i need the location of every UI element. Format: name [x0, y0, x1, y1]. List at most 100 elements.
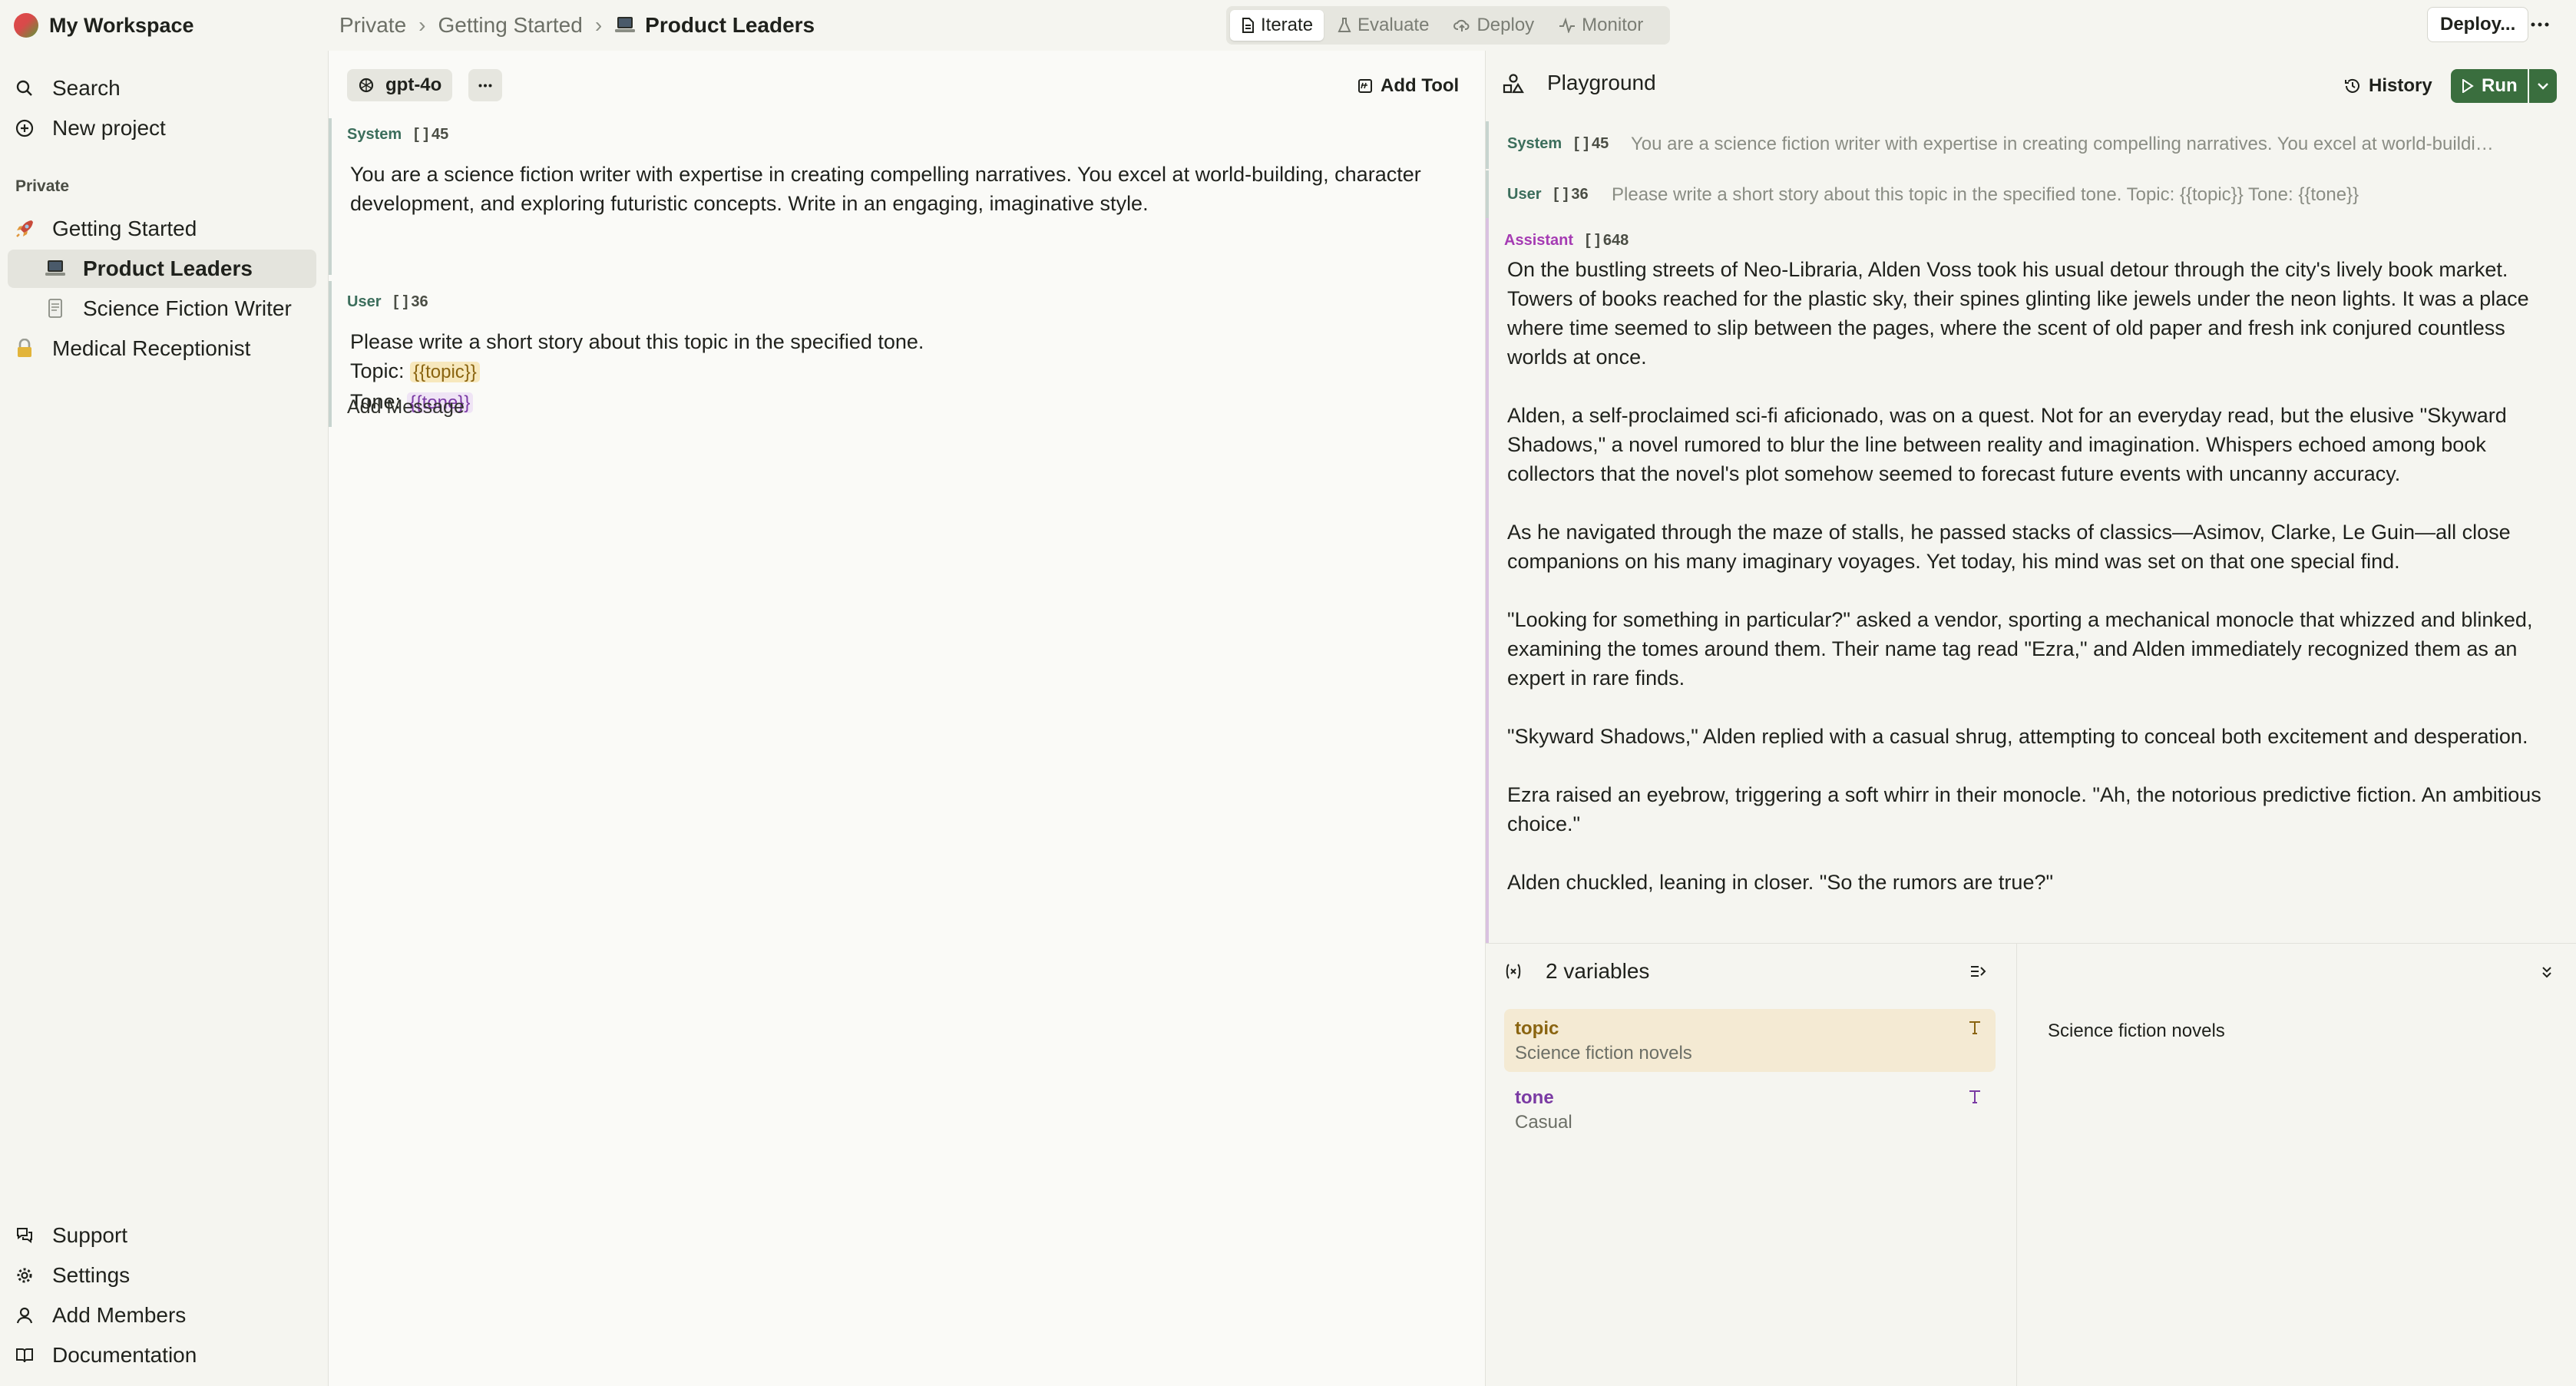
more-options-icon[interactable] — [2526, 11, 2554, 38]
playground-icon — [1503, 73, 1524, 94]
activity-icon — [1559, 18, 1576, 33]
breadcrumb-item-private[interactable]: Private — [339, 13, 406, 38]
flask-icon — [1338, 18, 1351, 33]
model-name: gpt-4o — [385, 74, 442, 95]
system-message-preview: You are a science fiction writer with ex… — [1631, 134, 2502, 154]
assistant-message[interactable]: Assistant [ ] 648 On the bustling streets… — [1486, 218, 2576, 944]
chevron-down-icon — [2537, 82, 2549, 90]
message-role: User — [1507, 186, 1542, 203]
breadcrumb-item-getting-started[interactable]: Getting Started — [438, 13, 582, 38]
topic-label: Topic: — [350, 359, 405, 382]
variables-header: 2 variables — [1504, 959, 1649, 984]
message-role-header: User [ ] 36 — [347, 293, 428, 311]
sidebar-search-label: Search — [52, 76, 121, 100]
breadcrumb: Private › Getting Started › Product Lead… — [339, 11, 815, 40]
response-paragraph: Ezra raised an eyebrow, triggering a sof… — [1507, 783, 2541, 835]
response-paragraph: Alden chuckled, leaning in closer. "So t… — [1507, 871, 2054, 894]
response-paragraph: Alden, a self-proclaimed sci-fi aficiona… — [1507, 404, 2507, 485]
tab-iterate[interactable]: Iterate — [1230, 10, 1324, 41]
play-icon — [2462, 79, 2474, 93]
add-message-button[interactable]: Add Message — [347, 396, 465, 418]
laptop-icon — [614, 15, 636, 35]
sidebar-search[interactable]: Search — [8, 69, 316, 108]
token-value: 45 — [1592, 135, 1609, 152]
token-count: [ ] 648 — [1586, 232, 1629, 250]
token-count: [ ] 45 — [1574, 135, 1609, 153]
sidebar-footer-label: Support — [52, 1223, 128, 1247]
top-bar: My Workspace Private › Getting Started ›… — [0, 0, 2576, 51]
mode-switcher: Iterate Evaluate Deploy Monitor — [1226, 6, 1670, 45]
sidebar-section-label: Private — [15, 177, 70, 195]
variable-value-editor: Science fiction novels — [2017, 943, 2576, 1386]
sidebar-settings[interactable]: Settings — [8, 1256, 316, 1295]
tab-label: Monitor — [1582, 15, 1644, 35]
message-role: System — [1507, 135, 1562, 152]
token-count: [ ] 45 — [414, 126, 448, 144]
laptop-icon — [41, 259, 69, 279]
token-count: [ ] 36 — [393, 293, 428, 311]
variable-name: topic — [1515, 1018, 1559, 1039]
sidebar-item-label: Getting Started — [52, 217, 197, 240]
variable-value-input[interactable]: Science fiction novels — [2048, 1020, 2225, 1042]
add-tool-label: Add Tool — [1381, 75, 1460, 96]
playground-system-message[interactable]: System [ ] 45 You are a science fiction w… — [1486, 121, 2576, 169]
message-role: Assistant — [1504, 232, 1574, 249]
chevrons-down-icon[interactable] — [2541, 965, 2553, 979]
sidebar: Search New project Private Getting Start… — [0, 51, 328, 1386]
variable-item-topic[interactable]: topic Science fiction novels — [1504, 1009, 1996, 1072]
response-paragraph: As he navigated through the maze of stal… — [1507, 521, 2511, 573]
variable-name: tone — [1515, 1087, 1554, 1108]
user-message-preview: Please write a short story about this to… — [1612, 184, 2359, 205]
playground-title: Playground — [1547, 71, 1656, 94]
history-button[interactable]: History — [2344, 71, 2432, 101]
system-message[interactable]: System [ ] 45 You are a science fiction w… — [329, 118, 1480, 275]
openai-icon — [358, 77, 375, 94]
token-count: [ ] 36 — [1553, 186, 1588, 203]
gear-icon — [11, 1266, 38, 1285]
sidebar-new-project[interactable]: New project — [8, 109, 316, 147]
model-options-button[interactable] — [468, 69, 502, 101]
tab-label: Evaluate — [1357, 15, 1430, 35]
brackets-icon: [ ] — [1586, 232, 1600, 249]
playground-header: Playground History Run — [1486, 51, 2576, 121]
sidebar-item-label: Science Fiction Writer — [83, 296, 292, 320]
variables-panel: 2 variables topic Science fiction novels… — [1486, 943, 2017, 1386]
document-icon — [1241, 18, 1255, 33]
workspace-name: My Workspace — [49, 13, 194, 37]
message-role: User — [347, 293, 382, 310]
sidebar-item-getting-started[interactable]: Getting Started — [8, 210, 316, 248]
deploy-button[interactable]: Deploy... — [2427, 7, 2529, 42]
user-message[interactable]: User [ ] 36 Please write a short story ab… — [329, 281, 1480, 427]
tab-deploy[interactable]: Deploy — [1443, 10, 1545, 41]
workspace-switcher[interactable]: My Workspace — [14, 11, 194, 40]
history-label: History — [2369, 75, 2432, 96]
message-role-header: User [ ] 36 — [1507, 186, 1589, 203]
token-value: 36 — [411, 293, 428, 310]
collapse-panel-icon[interactable] — [1969, 964, 1986, 979]
sidebar-add-members[interactable]: Add Members — [8, 1296, 316, 1335]
tab-evaluate[interactable]: Evaluate — [1327, 10, 1440, 41]
text-type-icon — [1968, 1089, 1982, 1104]
variable-item-tone[interactable]: tone Casual — [1504, 1078, 1996, 1141]
run-button[interactable]: Run — [2451, 69, 2528, 103]
system-message-text[interactable]: You are a science fiction writer with ex… — [350, 160, 1425, 218]
sidebar-item-science-fiction-writer[interactable]: Science Fiction Writer — [8, 289, 316, 328]
playground-panel: Playground History Run System [ ] 45 You … — [1486, 51, 2576, 1386]
sidebar-item-product-leaders[interactable]: Product Leaders — [8, 250, 316, 288]
add-tool-button[interactable]: Add Tool — [1357, 71, 1459, 101]
brackets-icon: [ ] — [393, 293, 408, 310]
playground-user-message[interactable]: User [ ] 36 Please write a short story ab… — [1486, 170, 2576, 218]
brackets-icon: [ ] — [1553, 186, 1569, 203]
sidebar-footer-label: Documentation — [52, 1343, 197, 1367]
sidebar-support[interactable]: Support — [8, 1216, 316, 1255]
model-selector[interactable]: gpt-4o — [347, 69, 453, 101]
file-icon — [41, 299, 69, 319]
sidebar-documentation[interactable]: Documentation — [8, 1336, 316, 1374]
search-icon — [11, 79, 38, 98]
sidebar-item-medical-receptionist[interactable]: Medical Receptionist — [8, 329, 316, 368]
run-options-dropdown[interactable] — [2529, 69, 2557, 103]
book-icon — [11, 1347, 38, 1364]
message-role: System — [347, 126, 402, 143]
tab-monitor[interactable]: Monitor — [1548, 10, 1654, 41]
tab-label: Iterate — [1261, 15, 1314, 35]
